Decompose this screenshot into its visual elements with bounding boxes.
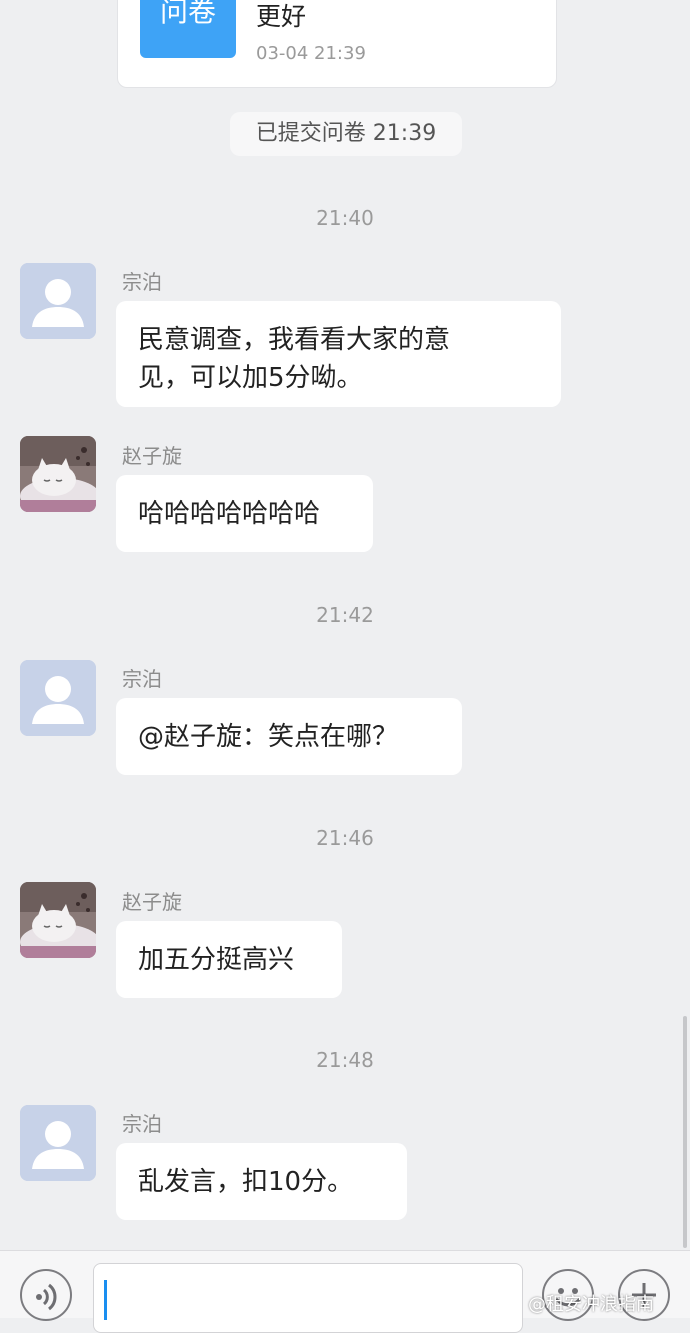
message-line: 加五分挺高兴 <box>138 945 295 975</box>
text-caret <box>104 1280 107 1320</box>
message-line: @赵子旋：笑点在哪？ <box>138 722 399 752</box>
person-icon <box>20 660 96 736</box>
message-bubble[interactable]: 民意调查，我看看大家的意 见，可以加5分呦。 <box>116 301 561 407</box>
message-line: 乱发言，扣10分。 <box>138 1167 354 1197</box>
timestamp: 21:46 <box>316 826 374 850</box>
cat-photo-icon <box>20 882 96 958</box>
voice-button[interactable] <box>20 1269 72 1321</box>
sender-name: 宗泊 <box>122 667 162 691</box>
survey-card-time: 03-04 21:39 <box>256 43 366 64</box>
system-notice: 已提交问卷 21:39 <box>230 112 462 156</box>
survey-thumb-label: 问卷 <box>159 0 216 28</box>
survey-card-title: 更好 <box>256 2 307 31</box>
default-avatar[interactable] <box>20 263 96 339</box>
chat-area[interactable]: 问卷 更好 03-04 21:39 已提交问卷 21:39 21:40 宗泊 民… <box>0 0 690 1250</box>
person-icon <box>20 1105 96 1181</box>
survey-thumbnail: 问卷 <box>140 0 236 58</box>
message-bubble[interactable]: 加五分挺高兴 <box>116 921 342 998</box>
scrollbar[interactable] <box>683 1016 687 1248</box>
voice-icon <box>36 1283 57 1311</box>
default-avatar[interactable] <box>20 660 96 736</box>
default-avatar[interactable] <box>20 1105 96 1181</box>
cat-photo-icon <box>20 436 96 512</box>
message-line: 哈哈哈哈哈哈哈 <box>138 499 321 529</box>
message-input[interactable] <box>93 1263 523 1333</box>
sender-name: 赵子旋 <box>122 890 182 914</box>
message-bubble[interactable]: 乱发言，扣10分。 <box>116 1143 407 1220</box>
watermark: @租安冲浪指南 <box>528 1294 654 1315</box>
person-icon <box>20 263 96 339</box>
sender-name: 宗泊 <box>122 270 162 294</box>
cat-avatar[interactable] <box>20 436 96 512</box>
cat-avatar[interactable] <box>20 882 96 958</box>
timestamp: 21:40 <box>316 206 374 230</box>
timestamp: 21:42 <box>316 603 374 627</box>
message-bubble[interactable]: 哈哈哈哈哈哈哈 <box>116 475 373 552</box>
sender-name: 赵子旋 <box>122 444 182 468</box>
message-bubble[interactable]: @赵子旋：笑点在哪？ <box>116 698 462 775</box>
sender-name: 宗泊 <box>122 1112 162 1136</box>
message-line: 见，可以加5分呦。 <box>138 363 363 393</box>
message-line: 民意调查，我看看大家的意 <box>138 325 451 355</box>
timestamp: 21:48 <box>316 1048 374 1072</box>
survey-card[interactable]: 问卷 更好 03-04 21:39 <box>117 0 557 88</box>
